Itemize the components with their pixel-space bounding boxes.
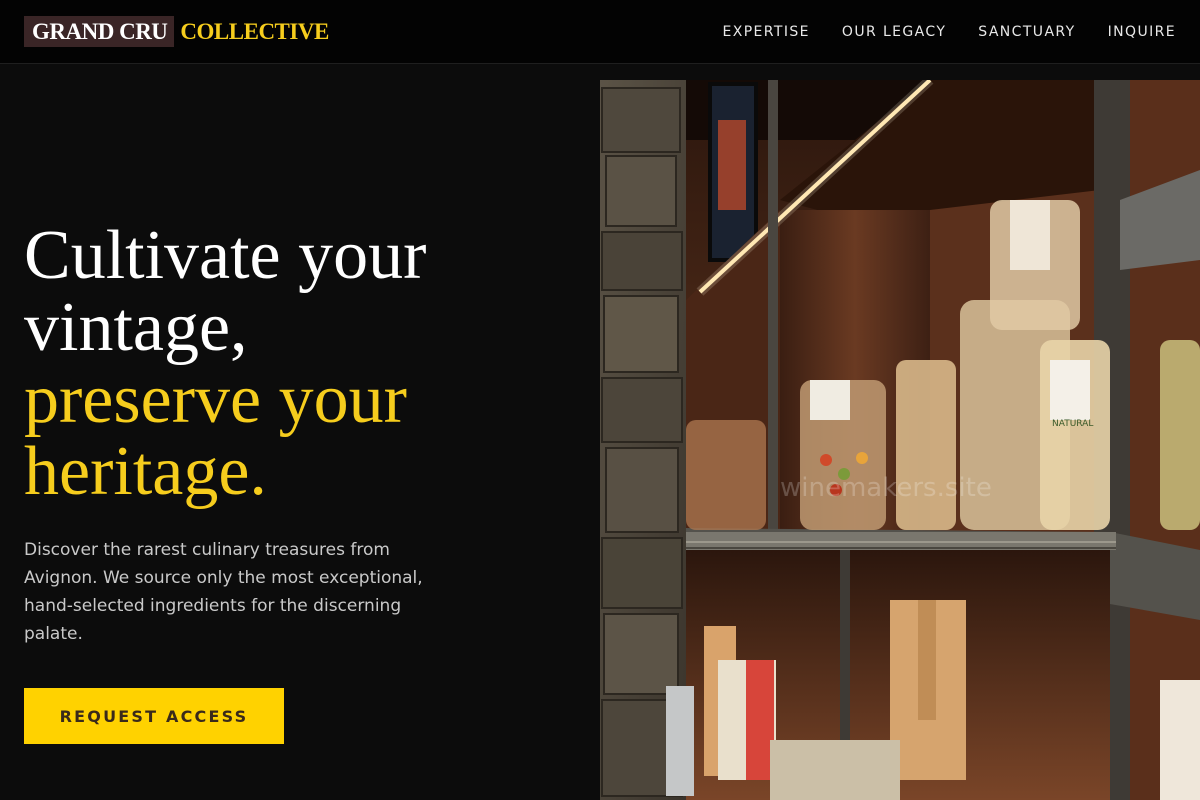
nav-inquire[interactable]: INQUIRE [1108, 24, 1176, 40]
watermark-text: winemakers.site [780, 473, 992, 503]
hero-image: winemakers.site NATURAL [600, 80, 1200, 800]
logo-grand-cru: GRAND CRU [24, 16, 175, 47]
hero-content: Cultivate your vintage, preserve your he… [24, 220, 584, 744]
heading-line-1: Cultivate your [24, 217, 427, 294]
pantry-shelves-illustration: winemakers.site NATURAL [600, 80, 1200, 800]
nav-our-legacy[interactable]: OUR LEGACY [842, 24, 946, 40]
package-label: NATURAL [1052, 419, 1093, 429]
nav-expertise[interactable]: EXPERTISE [722, 24, 809, 40]
heading-line-2: vintage, [24, 289, 248, 366]
hero-description: Discover the rarest culinary treasures f… [24, 540, 423, 644]
nav-sanctuary[interactable]: SANCTUARY [978, 24, 1075, 40]
main-nav: EXPERTISE OUR LEGACY SANCTUARY INQUIRE [722, 24, 1176, 40]
logo[interactable]: GRAND CRU COLLECTIVE [24, 16, 329, 47]
heading-line-3: preserve your [24, 361, 407, 438]
heading-line-4: heritage. [24, 433, 267, 510]
logo-collective: COLLECTIVE [180, 18, 329, 44]
hero-heading: Cultivate your vintage, preserve your he… [24, 220, 584, 508]
site-header: GRAND CRU COLLECTIVE EXPERTISE OUR LEGAC… [0, 0, 1200, 64]
request-access-button[interactable]: REQUEST ACCESS [24, 688, 284, 744]
